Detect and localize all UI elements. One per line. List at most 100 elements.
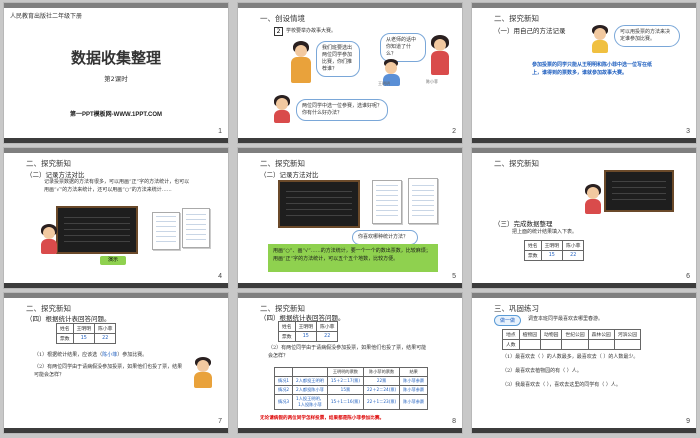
case-cell: 情况2 [273,385,294,395]
question-2: （2）有两位同学由于请病假没参加投票，如果他们也投了票，结果可能会怎样？ [268,345,427,359]
top-band [238,293,462,298]
question-bubble: 你喜欢哪种统计方法？ [352,230,418,245]
tally-blackboard [604,170,674,212]
slide-4[interactable]: 二、探究新知 （二）记录方法对比 记录投票数据的方法有很多，可以用画“正”字的方… [3,147,229,289]
empty-cell[interactable] [587,339,615,350]
section-title: 三、巩固练习 [494,304,539,313]
case-cell: 22＋2＝24(票) [362,385,401,395]
exercise-question-1: （1）最喜欢去（ ）的人数最多，最喜欢去（ ）的人数最少。 [502,354,639,360]
case-cell: 15＋1＝16(票) [326,394,365,410]
slide-thumbnail-grid: 人民教育出版社二年级下册 数据收集整理 第2课时 第一PPT模板网-WWW.1P… [3,2,697,436]
top-band [238,3,462,8]
slide-number: 9 [686,418,690,425]
case-cell: 22＋1＝23(票) [362,394,401,410]
slide-1[interactable]: 人民教育出版社二年级下册 数据收集整理 第2课时 第一PPT模板网-WWW.1P… [3,2,229,144]
value-cell: 15 [294,331,318,342]
teacher-speech-bubble: 我们班要选出两位同学参加比赛，你们推荐谁？ [316,41,360,77]
publisher-header: 人民教育出版社二年级下册 [10,14,83,20]
case-header: 陈小菲的票数 [362,367,401,377]
vote-table: 姓名 王明明 陈小菲 票数 15 22 [56,323,117,344]
top-band [472,293,696,298]
slide-number: 4 [218,273,222,280]
question-bubble: 两位同学中选一位参赛，选谁好呢？你有什么好办法？ [296,99,388,121]
case-header: 结果 [399,367,429,377]
girl-illustration [428,35,452,75]
bottom-band [238,283,462,288]
slide-2[interactable]: 一、创设情境 2 学校要举办故事大赛。 我们班要选出两位同学参加比赛，你们推荐谁… [237,2,463,144]
bottom-band [4,283,228,288]
slide-8[interactable]: 二、探究新知 （四）根据统计表回答问题。 姓名 王明明 陈小菲 票数 15 22 （2）… [237,292,463,434]
top-band [472,3,696,8]
case-cell: 2人都投陈小菲 [292,385,328,395]
row-label: 票数 [56,333,74,344]
demo-button[interactable]: 演示 [100,256,126,265]
ballot-sheet-1 [372,180,402,224]
top-band [4,148,228,153]
question-number-badge: 2 [274,27,283,36]
section-title: 二、探究新知 [260,159,305,168]
practice-tag: 做一做 [494,315,522,326]
value-cell: 22 [316,331,339,342]
teacher-illustration [288,41,314,85]
empty-cell[interactable] [540,339,563,350]
top-band [4,3,228,8]
slide-7[interactable]: 二、探究新知 （四）根据统计表回答问题。 姓名 王明明 陈小菲 票数 15 22 （1）… [3,292,229,434]
slide-number: 8 [452,418,456,425]
subsection-title: （二）记录方法对比 [260,172,319,179]
header-cell: 地点 [502,329,520,340]
question-1-answer: 陈小菲 [102,352,118,358]
header-cell: 王明明 [540,240,564,251]
subsection-title: （四）根据统计表回答问题。 [26,316,111,323]
case-cell: 15＋2＝17(票) [326,376,365,386]
value-cell: 22 [562,250,585,261]
slide-6[interactable]: 二、探究新知 （三）完成数据整理 把上面的统计结果填入下表。 姓名 王明明 陈小菲 … [471,147,697,289]
vote-table: 姓名 王明明 陈小菲 票数 15 22 [524,240,585,261]
site-watermark: 第一PPT模板网-WWW.1PPT.COM [70,112,162,118]
header-cell: 王明明 [72,323,96,334]
case-cell: 情况1 [273,376,294,386]
value-cell: 15 [540,250,564,261]
method-text: 记录投票数据的方法有很多，可以用画“正”字的方法统计，也可以用画“√”的方法来统… [44,179,190,193]
slide-9[interactable]: 三、巩固练习 做一做 调查本班同学最喜欢去哪里春游。 地点 植物园 动物园 世纪… [471,292,697,434]
student-illustration [192,357,214,389]
vote-table: 姓名 王明明 陈小菲 票数 15 22 [278,321,339,342]
case-cell: 1人投王明明，1人投陈小菲 [292,394,328,410]
slide-5[interactable]: 二、探究新知 （二）记录方法对比 你喜欢哪种统计方法？ 用画“○”、画“√”……… [237,147,463,289]
slide-number: 1 [218,128,222,135]
candidate-name-right: 陈小菲 [426,79,438,84]
bottom-band [472,283,696,288]
exercise-question-2: （2）最喜欢去植物园的有（ ）人。 [502,368,582,374]
empty-cell[interactable] [561,339,589,350]
section-title: 二、探究新知 [494,159,539,168]
question-1-prefix: （1）根据统计结果，应该选（ [34,352,103,358]
empty-cell[interactable] [613,339,642,350]
slide-title: 数据收集整理 [70,50,161,67]
tally-blackboard [56,206,138,254]
slide-number: 6 [686,273,690,280]
tally-blackboard [278,180,360,228]
girl-illustration [584,184,602,214]
slide-3[interactable]: 二、探究新知 （一）用自己的方法记录 可以用投票的方法来决定谁参加比赛。 参加投… [471,2,697,144]
ballot-sheet-2 [408,178,438,224]
section-title: 二、探究新知 [494,14,539,23]
case-cell: 22票 [362,376,401,386]
bottom-band [472,428,696,433]
header-cell: 陈小菲 [316,321,339,332]
case-cell: 2人都投王明明 [292,376,328,386]
header-cell: 姓名 [524,240,542,251]
empty-cell[interactable] [518,339,542,350]
candidate-name-left: 王明明 [378,81,390,86]
survey-table: 地点 植物园 动物园 世纪公园 森林公园 河滨公园 人数 [502,329,642,350]
girl-speech-bubble: 从老师的话中你知道了什么？ [380,33,426,62]
bottom-band [4,428,228,433]
comparison-summary: 用画“○”、画“√”……的方法统计，要一个一个的数出票数，比较麻烦；用画“正”字… [268,244,438,272]
header-cell: 陈小菲 [562,240,585,251]
slide-number: 7 [218,418,222,425]
instruction-text: 把上面的统计结果填入下表。 [512,229,578,235]
case-cell: 情况3 [273,394,294,410]
exercise-question-3: （3）我最喜欢去（ ），喜欢去这里的同学有（ ）人。 [502,382,621,388]
section-title: 二、探究新知 [26,159,71,168]
student-illustration [272,95,292,123]
value-cell: 15 [72,333,96,344]
slide-number: 2 [452,128,456,135]
